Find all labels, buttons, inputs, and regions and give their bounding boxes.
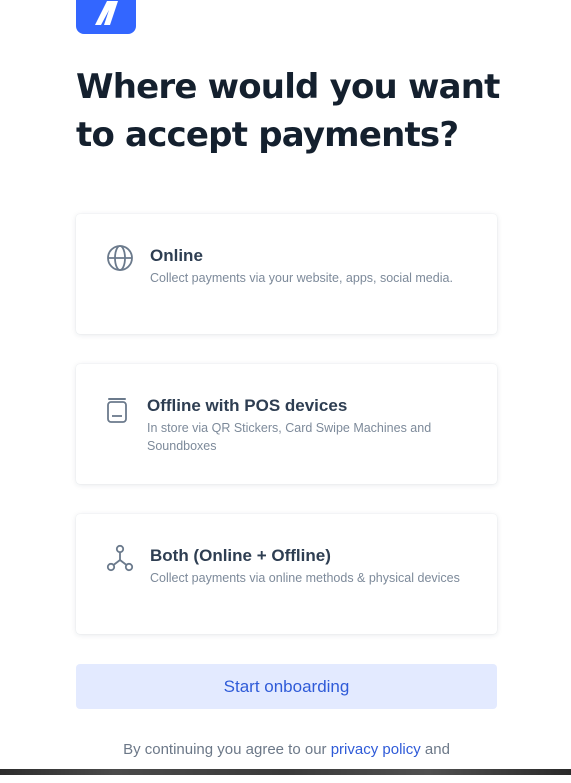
option-online-title: Online [150, 246, 203, 265]
razorpay-logo-icon [95, 1, 118, 25]
privacy-policy-link[interactable]: privacy policy [331, 741, 421, 758]
consent-text: By continuing you agree to our privacy p… [76, 739, 497, 783]
page-title: Where would you want to accept payments? [76, 67, 500, 155]
option-both[interactable]: Both (Online + Offline) Collect payments… [76, 514, 497, 634]
option-offline-description: In store via QR Stickers, Card Swipe Mac… [147, 421, 432, 453]
option-offline-pos[interactable]: Offline with POS devices In store via QR… [76, 364, 497, 484]
option-online[interactable]: Online Collect payments via your website… [76, 214, 497, 334]
network-icon [106, 544, 134, 572]
option-both-description: Collect payments via online methods & ph… [150, 571, 460, 585]
pos-device-icon [107, 398, 127, 423]
start-onboarding-button[interactable]: Start onboarding [76, 664, 497, 709]
option-offline-title: Offline with POS devices [147, 396, 348, 415]
bottom-edge-strip [0, 769, 571, 775]
globe-icon [107, 245, 133, 271]
consent-suffix: and [420, 741, 450, 758]
option-online-description: Collect payments via your website, apps,… [150, 271, 453, 285]
option-both-title: Both (Online + Offline) [150, 546, 331, 565]
brand-logo [76, 0, 136, 34]
consent-prefix: By continuing you agree to our [123, 741, 331, 758]
